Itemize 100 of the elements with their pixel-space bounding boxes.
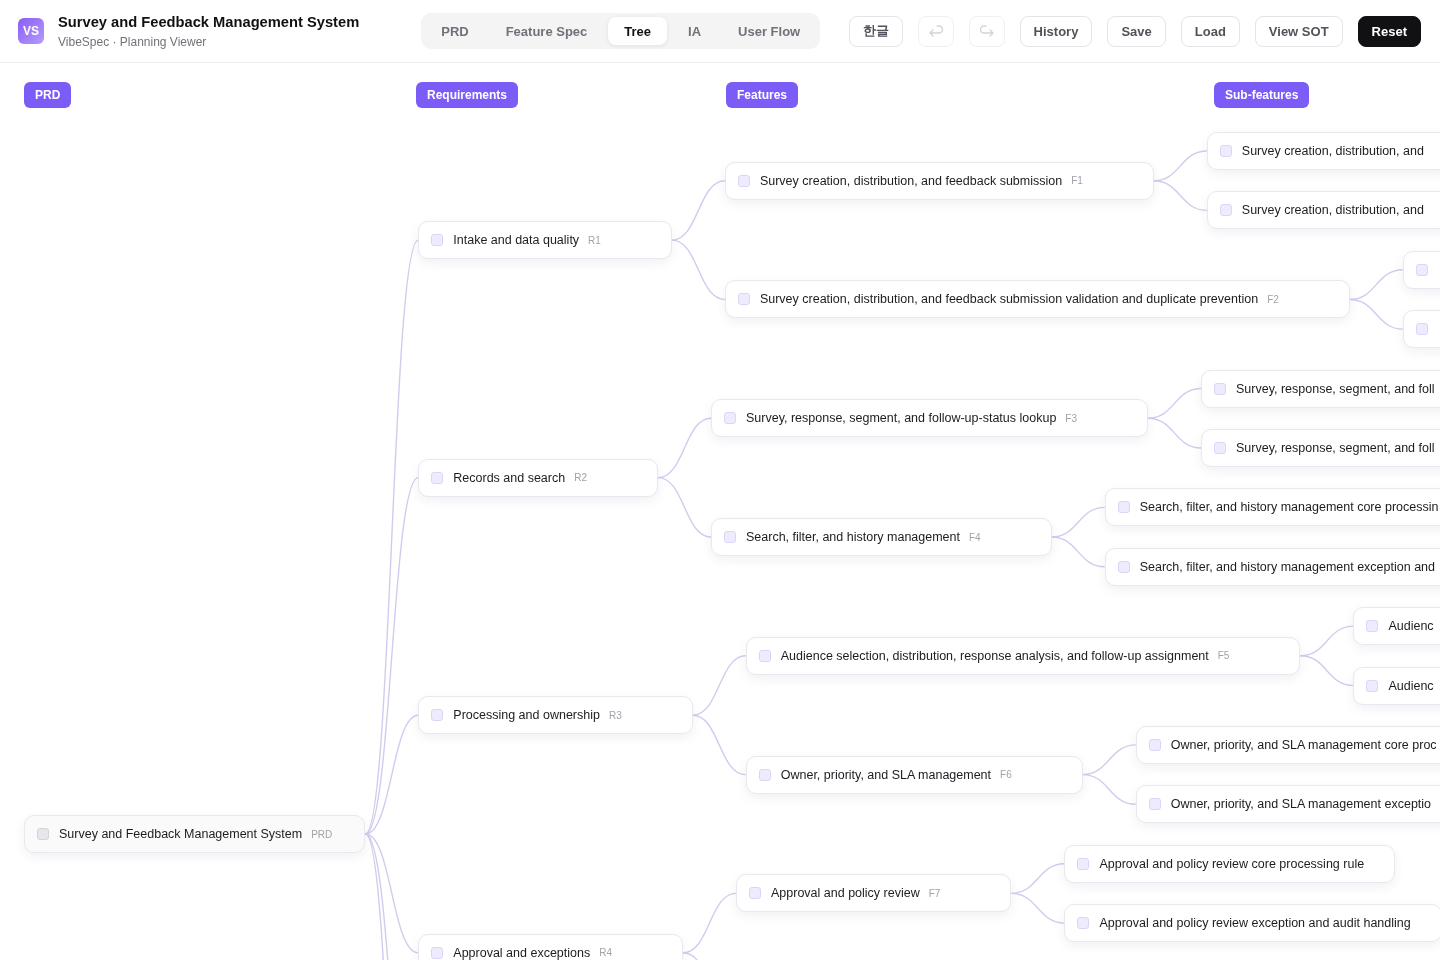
tree-node[interactable]: Processing and ownership R3: [418, 696, 693, 735]
view-tab[interactable]: Feature Spec: [489, 17, 604, 45]
tree-node[interactable]: Audience selection, distribution, response analysis, and follow-up assignment F5: [745, 636, 1301, 675]
checkbox[interactable]: [1366, 620, 1379, 633]
view-tab[interactable]: Tree: [608, 17, 668, 45]
tree-node[interactable]: Approval and exceptions R4: [418, 933, 683, 960]
tree-node[interactable]: Approval and policy review F7: [736, 874, 1012, 913]
redo-icon: [979, 25, 994, 37]
checkbox[interactable]: [1077, 857, 1090, 870]
tree-node[interactable]: Survey and Feedback Management System PRD: [24, 815, 366, 853]
tree-node[interactable]: Approval and policy review core processing rule: [1064, 844, 1396, 883]
view-tab[interactable]: PRD: [425, 17, 485, 45]
tree-node[interactable]: Survey creation, distribution, and: [1206, 132, 1440, 170]
checkbox[interactable]: [724, 531, 736, 544]
column-label: Sub-features: [1214, 82, 1310, 108]
tree-node[interactable]: Owner, priority, and SLA management exceptio: [1135, 785, 1440, 824]
view-tab[interactable]: User Flow: [722, 17, 817, 45]
connector-line: [1349, 298, 1404, 330]
tree-node[interactable]: Survey, response, segment, and follow-up-status lookup F3: [711, 399, 1148, 438]
node-label: Approval and policy review exception and audit handling: [1099, 916, 1411, 931]
checkbox[interactable]: [1219, 204, 1232, 217]
column-label: PRD: [24, 82, 72, 108]
node-tag: F3: [1065, 412, 1077, 424]
tree-node[interactable]: Audienc: [1353, 666, 1440, 705]
tree-node[interactable]: Search, filter, and history management exception and: [1104, 547, 1440, 586]
checkbox[interactable]: [1214, 441, 1226, 454]
tree-node[interactable]: Survey creation, distribution, and feedback submission validation and duplicate prevention F2: [724, 280, 1350, 319]
checkbox[interactable]: [431, 709, 444, 722]
tree-node[interactable]: Records and search R2: [418, 458, 658, 497]
tree-node[interactable]: Survey creation, distribution, and: [1206, 191, 1440, 230]
tree-node[interactable]: Search, filter, and history management F4: [711, 518, 1052, 557]
checkbox[interactable]: [758, 768, 771, 781]
connector-line: [1010, 892, 1066, 924]
checkbox[interactable]: [758, 649, 771, 662]
connector-line: [692, 714, 747, 776]
node-label: Approval and policy review core processing rule: [1099, 856, 1365, 871]
tree-node[interactable]: Search, filter, and history management core processin: [1104, 488, 1440, 527]
checkbox[interactable]: [724, 412, 736, 425]
checkbox[interactable]: [737, 293, 750, 306]
checkbox[interactable]: [737, 174, 750, 187]
checkbox[interactable]: [431, 471, 444, 484]
toolbar-button[interactable]: 한글: [848, 15, 903, 47]
checkbox[interactable]: [1366, 679, 1379, 692]
toolbar-button[interactable]: Load: [1180, 15, 1240, 47]
tree-node[interactable]: Intake and data quality R1: [418, 221, 672, 260]
tree-node[interactable]: Owner, priority, and SLA management F6: [745, 755, 1083, 794]
primary-button[interactable]: Reset: [1357, 15, 1421, 47]
node-label: Search, filter, and history management core processin: [1139, 500, 1439, 515]
checkbox[interactable]: [1148, 798, 1161, 811]
toolbar-button[interactable]: View SOT: [1254, 15, 1343, 47]
node-label: Processing and ownership: [453, 708, 600, 723]
checkbox[interactable]: [1415, 323, 1428, 336]
app-title: Survey and Feedback Management System: [58, 12, 360, 32]
app-subtitle: VibeSpec · Planning Viewer: [58, 34, 208, 50]
node-label: Audience selection, distribution, response analysis, and follow-up assignment: [780, 648, 1209, 663]
node-label: Owner, priority, and SLA management exceptio: [1170, 797, 1432, 812]
node-tag: R1: [588, 234, 601, 246]
node-label: Records and search: [453, 470, 566, 485]
checkbox[interactable]: [1117, 560, 1130, 573]
node-label: Survey, response, segment, and foll: [1236, 440, 1435, 455]
connector-line: [657, 476, 712, 538]
view-tab[interactable]: IA: [672, 17, 718, 45]
checkbox[interactable]: [1214, 382, 1226, 395]
tree-node[interactable]: Audienc: [1353, 607, 1440, 646]
connector-line: [692, 655, 747, 716]
checkbox[interactable]: [1148, 738, 1161, 751]
checkbox[interactable]: [1415, 263, 1428, 276]
checkbox[interactable]: [431, 234, 444, 247]
app-logo: VS: [18, 18, 44, 44]
checkbox[interactable]: [37, 828, 49, 840]
tree-node[interactable]: Survey, response, segment, and foll: [1201, 369, 1440, 408]
node-label: Survey creation, distribution, and feedback submission validation and duplicate prevention: [759, 292, 1259, 307]
tree-node[interactable]: Approval and policy review exception and audit handling: [1064, 904, 1440, 943]
toolbar-button[interactable]: History: [1019, 15, 1093, 47]
connector-line: [671, 239, 726, 301]
node-label: Search, filter, and history management exception and: [1139, 559, 1435, 574]
undo-icon: [928, 25, 943, 37]
node-label: Survey creation, distribution, and: [1241, 203, 1424, 218]
node-tag: F4: [969, 531, 981, 543]
toolbar-button[interactable]: Save: [1107, 15, 1166, 47]
checkbox[interactable]: [1077, 917, 1090, 930]
tree-node[interactable]: Owner, priority, and SLA management core proc: [1135, 725, 1440, 764]
checkbox[interactable]: [431, 946, 444, 959]
tree-node[interactable]: Survey creation, distribution, and feedback submission F1: [724, 161, 1154, 200]
checkbox[interactable]: [1117, 501, 1130, 514]
connector-line: [1050, 536, 1106, 568]
node-label: Approval and policy review: [771, 886, 920, 901]
column-label: Requirements: [416, 82, 519, 108]
tree-node[interactable]: Survey, response, segment, and foll: [1201, 428, 1440, 467]
connector-line: [1147, 417, 1202, 449]
node-label: Survey and Feedback Management System: [59, 827, 303, 841]
node-tag: PRD: [311, 828, 333, 840]
node-label: Survey, response, segment, and follow-up-status lookup: [746, 411, 1057, 426]
checkbox[interactable]: [749, 887, 761, 900]
connector-line: [1147, 387, 1202, 419]
node-tag: F7: [928, 887, 941, 899]
checkbox[interactable]: [1219, 145, 1232, 157]
node-tag: F5: [1217, 650, 1230, 662]
node-label: Audienc: [1388, 678, 1434, 693]
node-tag: F1: [1071, 175, 1083, 187]
